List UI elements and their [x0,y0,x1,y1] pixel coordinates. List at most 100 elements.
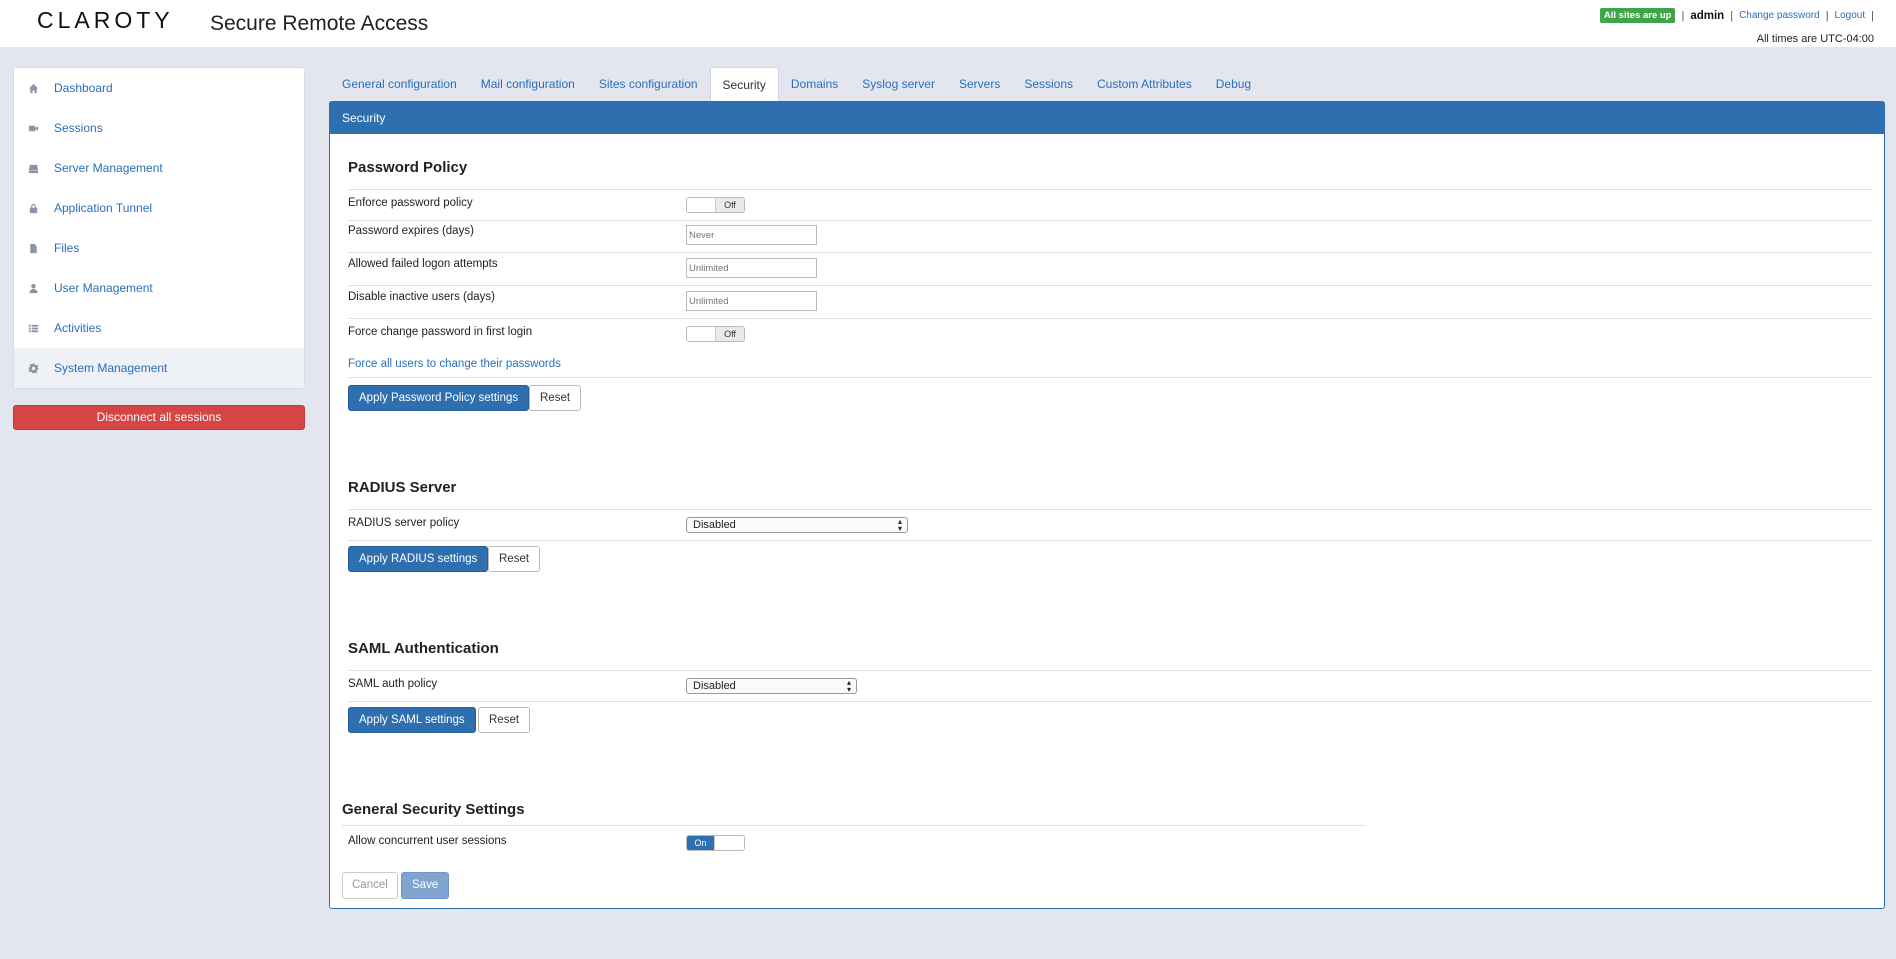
select-arrows-icon: ▴ ▾ [846,678,851,694]
separator: | [1730,9,1734,22]
concurrent-sessions-row: Allow concurrent user sessions On [348,826,1873,857]
select-value: Disabled [693,680,736,692]
separator: | [1681,9,1685,22]
separator: | [1871,9,1874,22]
password-expires-input[interactable] [686,225,817,245]
timezone-note: All times are UTC-04:00 [1756,33,1874,45]
sidebar-item-label: Sessions [54,121,103,135]
divider [348,377,1873,378]
tab-mail-configuration[interactable]: Mail configuration [469,67,587,101]
home-icon [27,82,39,94]
reset-password-policy-button[interactable]: Reset [529,385,582,411]
saml-policy-label: SAML auth policy [348,678,438,690]
sidebar-item-label: Activities [54,321,102,335]
user-bar: All sites are up | admin | Change passwo… [1599,8,1874,23]
claroty-logo[interactable]: CLAROTY [37,7,174,34]
sidebar-item-application-tunnel[interactable]: Application Tunnel [14,188,304,228]
select-value: Disabled [693,519,736,531]
inactive-users-row: Disable inactive users (days) [348,285,1873,318]
force-all-users-change-password-link[interactable]: Force all users to change their password… [348,358,561,370]
sidebar-item-sessions[interactable]: Sessions [14,108,304,148]
sidebar-item-label: User Management [54,281,153,295]
toggle-knob [715,836,744,850]
lock-icon [27,202,39,214]
tab-syslog-server[interactable]: Syslog server [850,67,947,101]
sidebar-item-label: Server Management [54,161,163,175]
settings-tabs: General configuration Mail configuration… [330,67,1263,101]
apply-radius-button[interactable]: Apply RADIUS settings [348,546,489,572]
inactive-users-label: Disable inactive users (days) [348,291,496,303]
password-policy-title: Password Policy [348,159,468,176]
sidebar-item-label: Files [54,241,80,255]
toggle-state: Off [716,198,744,212]
divider [348,540,1873,541]
file-icon [27,242,39,254]
save-button[interactable]: Save [401,872,450,899]
saml-policy-select[interactable]: Disabled ▴ ▾ [686,678,857,694]
divider [348,701,1873,702]
general-security-settings-title: General Security Settings [342,801,525,818]
apply-saml-button[interactable]: Apply SAML settings [348,707,476,733]
sidebar-item-label: Dashboard [54,81,113,95]
saml-authentication-title: SAML Authentication [348,640,499,657]
inactive-users-input[interactable] [686,291,817,311]
username: admin [1690,9,1725,22]
gear-icon [27,362,39,374]
enforce-password-policy-row: Enforce password policy Off [348,189,1873,220]
tab-security[interactable]: Security [709,67,779,101]
sidebar-item-files[interactable]: Files [14,228,304,268]
sidebar-item-label: Application Tunnel [54,201,153,215]
tab-general-configuration[interactable]: General configuration [330,67,469,101]
security-panel: Security Password Policy Enforce passwor… [329,101,1885,909]
password-expires-label: Password expires (days) [348,225,474,237]
toggle-state: On [687,836,715,850]
tab-sessions[interactable]: Sessions [1012,67,1085,101]
sidebar-item-system-management[interactable]: System Management [14,348,304,388]
force-first-login-toggle[interactable]: Off [686,326,745,342]
list-icon [27,322,39,334]
failed-logon-row: Allowed failed logon attempts [348,252,1873,285]
sidebar-item-dashboard[interactable]: Dashboard [14,68,304,108]
concurrent-sessions-toggle[interactable]: On [686,835,745,851]
concurrent-sessions-label: Allow concurrent user sessions [348,835,507,847]
toggle-knob [687,198,716,212]
change-password-link[interactable]: Change password [1739,10,1820,21]
sidebar-item-user-management[interactable]: User Management [14,268,304,308]
saml-policy-row: SAML auth policy Disabled ▴ ▾ [348,670,1873,701]
sites-status-badge[interactable]: All sites are up [1599,8,1676,23]
separator: | [1825,9,1829,22]
sidebar-nav: Dashboard Sessions Server Management App… [13,67,305,389]
user-icon [27,282,39,294]
panel-title: Security [330,102,1884,134]
disconnect-all-sessions-button[interactable]: Disconnect all sessions [13,405,305,430]
failed-logon-input[interactable] [686,258,817,278]
tab-domains[interactable]: Domains [779,67,850,101]
select-arrows-icon: ▴ ▾ [897,517,902,533]
apply-password-policy-button[interactable]: Apply Password Policy settings [348,385,530,411]
radius-policy-row: RADIUS server policy Disabled ▴ ▾ [348,509,1873,540]
video-icon [27,122,39,134]
tab-debug[interactable]: Debug [1204,67,1263,101]
radius-server-title: RADIUS Server [348,479,457,496]
cancel-button[interactable]: Cancel [342,872,398,899]
app-title: Secure Remote Access [210,12,429,35]
force-first-login-label: Force change password in first login [348,326,533,338]
top-header: CLAROTY Secure Remote Access All sites a… [0,0,1896,47]
logout-link[interactable]: Logout [1835,10,1866,21]
tab-sites-configuration[interactable]: Sites configuration [587,67,710,101]
radius-policy-label: RADIUS server policy [348,517,460,529]
reset-saml-button[interactable]: Reset [478,707,531,733]
radius-policy-select[interactable]: Disabled ▴ ▾ [686,517,908,533]
toggle-state: Off [716,327,744,341]
tab-custom-attributes[interactable]: Custom Attributes [1085,67,1204,101]
enforce-password-policy-label: Enforce password policy [348,197,473,209]
server-icon [27,162,39,174]
sidebar-item-label: System Management [54,361,168,375]
sidebar-item-server-management[interactable]: Server Management [14,148,304,188]
reset-radius-button[interactable]: Reset [488,546,541,572]
sidebar-item-activities[interactable]: Activities [14,308,304,348]
force-first-login-row: Force change password in first login Off [348,318,1873,349]
tab-servers[interactable]: Servers [947,67,1012,101]
password-expires-row: Password expires (days) [348,220,1873,252]
enforce-password-policy-toggle[interactable]: Off [686,197,745,213]
